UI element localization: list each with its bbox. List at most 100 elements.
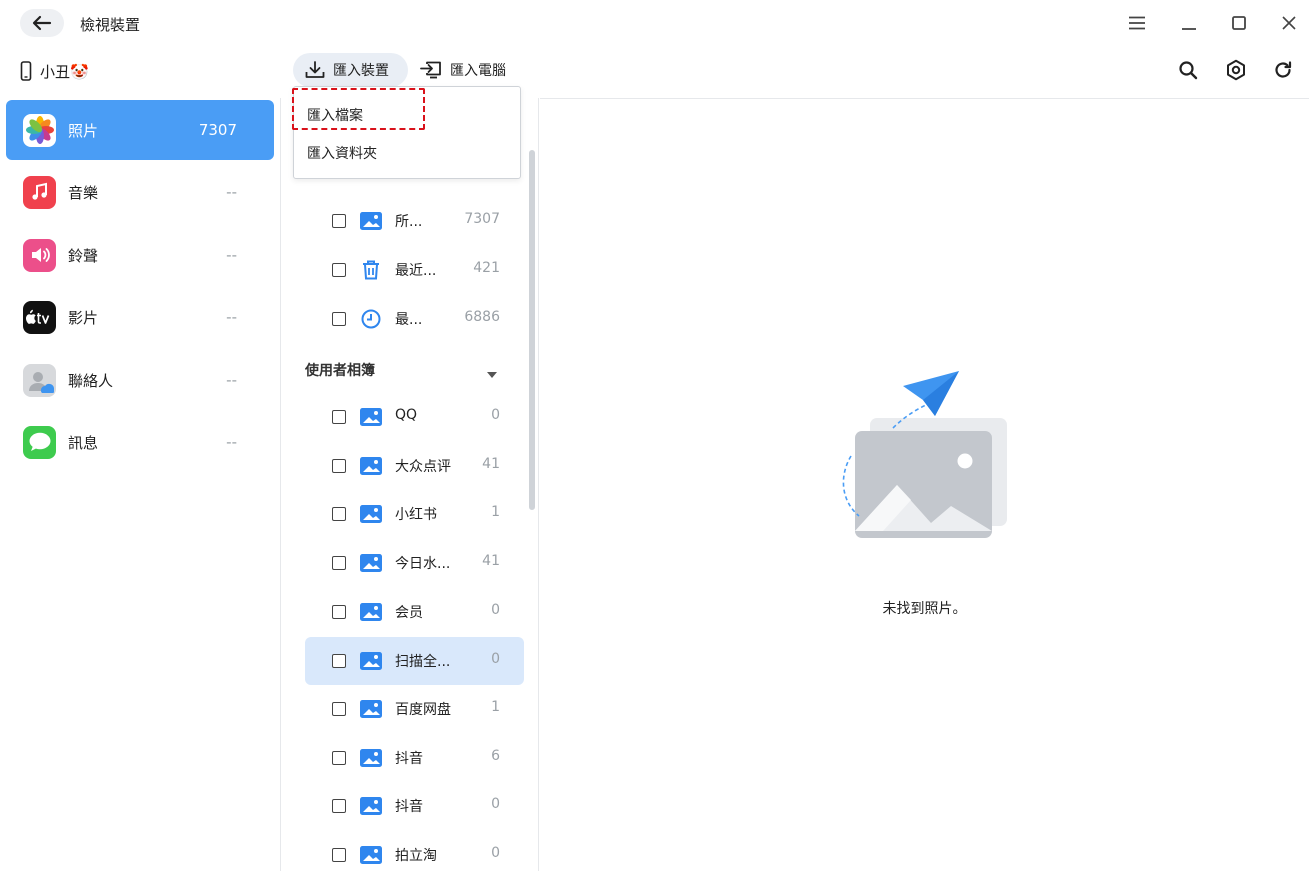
- device-name[interactable]: 小丑🤡: [20, 58, 89, 84]
- album-row[interactable]: 会员 0: [305, 588, 524, 636]
- empty-photos-illustration: [842, 371, 1007, 538]
- search-button[interactable]: [1176, 58, 1200, 82]
- album-count: 7307: [464, 211, 500, 227]
- sidebar-item-contacts[interactable]: 聯絡人 --: [6, 350, 274, 410]
- album-name: 最近...: [395, 263, 437, 279]
- album-checkbox[interactable]: [332, 848, 346, 862]
- album-name: 小红书: [395, 507, 437, 523]
- menu-button[interactable]: [1124, 10, 1150, 36]
- album-icon: [360, 698, 382, 720]
- album-list-scrollbar[interactable]: [529, 150, 535, 510]
- back-button[interactable]: [20, 9, 64, 37]
- music-icon: [23, 175, 56, 209]
- album-row[interactable]: 百度网盘 1: [305, 685, 524, 733]
- album-count: 0: [491, 602, 500, 618]
- album-count: 0: [491, 796, 500, 812]
- close-button[interactable]: [1276, 10, 1302, 36]
- album-checkbox[interactable]: [332, 263, 346, 277]
- import-dropdown-menu: 匯入檔案 匯入資料夾: [292, 86, 521, 179]
- album-icon: [360, 503, 382, 525]
- settings-icon: [1227, 59, 1245, 81]
- album-row[interactable]: 拍立淘 0: [305, 831, 524, 871]
- album-checkbox[interactable]: [332, 654, 346, 668]
- app-window: 檢視裝置 小丑🤡 匯入裝置 匯入電腦 照片 7307 音樂 -- 鈴聲 -- 影…: [0, 0, 1309, 871]
- settings-button[interactable]: [1224, 58, 1248, 82]
- album-icon: [360, 650, 382, 672]
- album-name: 所...: [395, 214, 423, 230]
- sidebar-item-label: 訊息: [68, 433, 99, 452]
- album-row-recently-deleted[interactable]: 最近... 421: [305, 246, 524, 294]
- album-name: 今日水...: [395, 556, 451, 572]
- sidebar-item-label: 影片: [68, 308, 99, 327]
- album-count: 0: [491, 651, 500, 667]
- album-count: 41: [482, 553, 500, 569]
- contacts-icon: [23, 363, 56, 397]
- album-icon: [360, 747, 382, 769]
- menu-item-import-file[interactable]: 匯入檔案: [307, 105, 363, 125]
- sidebar-item-music[interactable]: 音樂 --: [6, 162, 274, 222]
- trash-icon: [360, 259, 382, 281]
- sidebar-item-ringtones[interactable]: 鈴聲 --: [6, 225, 274, 285]
- sidebar-item-videos[interactable]: 影片 --: [6, 287, 274, 347]
- album-row[interactable]: 大众点评 41: [305, 442, 524, 490]
- maximize-button[interactable]: [1226, 10, 1252, 36]
- album-name: 抖音: [395, 751, 423, 767]
- album-list: 所... 7307 最近... 421 最... 6886 使用者相簿 QQ 0…: [281, 98, 539, 871]
- album-icon: [360, 406, 382, 428]
- section-header-user-albums[interactable]: 使用者相簿: [305, 360, 524, 390]
- album-checkbox[interactable]: [332, 459, 346, 473]
- window-title: 檢視裝置: [80, 16, 141, 34]
- apple-tv-icon: [23, 300, 56, 334]
- import-device-button[interactable]: 匯入裝置: [293, 53, 408, 87]
- clock-icon: [360, 308, 382, 330]
- empty-message: 未找到照片。: [882, 601, 967, 617]
- album-checkbox[interactable]: [332, 214, 346, 228]
- album-icon: [360, 844, 382, 866]
- album-checkbox[interactable]: [332, 702, 346, 716]
- minimize-button[interactable]: [1176, 10, 1202, 36]
- album-checkbox[interactable]: [332, 556, 346, 570]
- sidebar-item-label: 音樂: [68, 183, 99, 202]
- album-checkbox[interactable]: [332, 507, 346, 521]
- import-device-label: 匯入裝置: [333, 63, 389, 79]
- device-name-label: 小丑🤡: [40, 62, 89, 81]
- album-checkbox[interactable]: [332, 751, 346, 765]
- ringtone-icon: [23, 238, 56, 272]
- album-row[interactable]: 小红书 1: [305, 490, 524, 538]
- album-name: 抖音: [395, 799, 423, 815]
- menu-item-import-folder[interactable]: 匯入資料夾: [307, 143, 377, 163]
- album-row[interactable]: 抖音 6: [305, 734, 524, 782]
- album-name: 会员: [395, 605, 423, 621]
- album-row-all[interactable]: 所... 7307: [305, 197, 524, 245]
- import-pc-button[interactable]: 匯入電腦: [420, 53, 506, 87]
- sidebar-item-photos[interactable]: 照片 7307: [6, 100, 274, 160]
- album-row[interactable]: QQ 0: [305, 393, 524, 441]
- album-row[interactable]: 今日水... 41: [305, 539, 524, 587]
- album-name: 拍立淘: [395, 848, 437, 864]
- messages-icon: [23, 425, 56, 459]
- arrow-left-icon: [32, 15, 52, 31]
- refresh-button[interactable]: [1271, 58, 1295, 82]
- album-row-selected[interactable]: 扫描全... 0: [305, 637, 524, 685]
- sidebar-item-label: 照片: [68, 121, 99, 140]
- album-checkbox[interactable]: [332, 799, 346, 813]
- album-icon: [360, 455, 382, 477]
- sidebar-item-count: --: [226, 308, 237, 326]
- download-icon: [305, 61, 325, 78]
- sidebar-item-label: 聯絡人: [68, 371, 114, 390]
- section-title: 使用者相簿: [305, 363, 375, 379]
- album-checkbox[interactable]: [332, 312, 346, 326]
- album-checkbox[interactable]: [332, 605, 346, 619]
- triangle-down-icon[interactable]: [486, 367, 498, 383]
- album-name: 扫描全...: [395, 654, 451, 670]
- sidebar-item-messages[interactable]: 訊息 --: [6, 412, 274, 472]
- close-icon: [1282, 16, 1296, 30]
- album-icon: [360, 552, 382, 574]
- album-row[interactable]: 抖音 0: [305, 782, 524, 830]
- album-row-recent[interactable]: 最... 6886: [305, 295, 524, 343]
- sidebar-item-count: 7307: [198, 121, 237, 139]
- album-count: 6886: [464, 309, 500, 325]
- album-icon: [360, 795, 382, 817]
- album-checkbox[interactable]: [332, 410, 346, 424]
- maximize-icon: [1232, 16, 1246, 30]
